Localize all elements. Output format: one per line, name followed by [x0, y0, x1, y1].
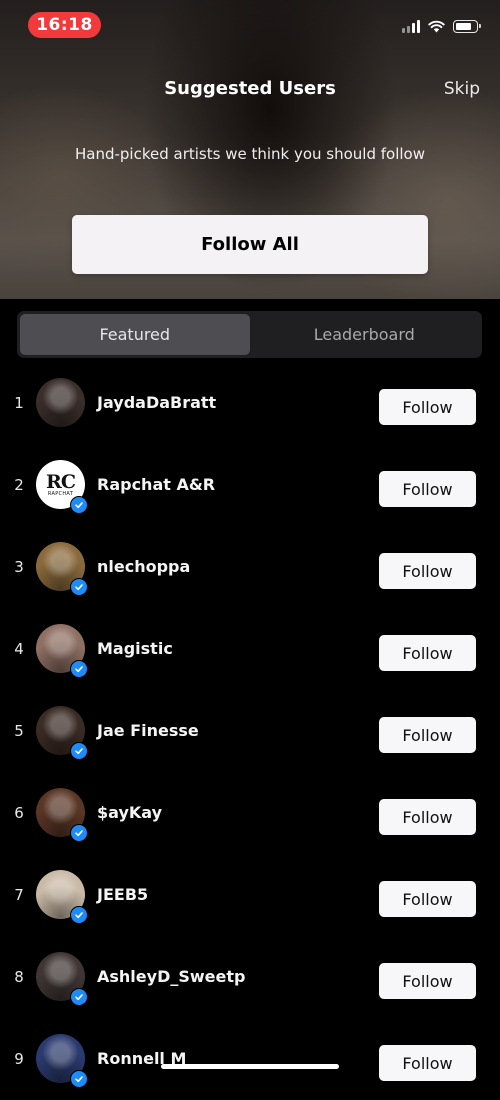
rank-number: 8 [14, 968, 24, 986]
follow-button[interactable]: Follow [379, 389, 476, 425]
verified-badge-icon [70, 824, 88, 842]
rank-number: 5 [14, 722, 24, 740]
status-time: 16:18 [36, 15, 93, 35]
home-indicator [161, 1064, 339, 1069]
header-background: 16:18 Suggested Users Skip Hand-picked a… [0, 0, 500, 299]
battery-icon [453, 20, 481, 33]
follow-button[interactable]: Follow [379, 471, 476, 507]
user-row[interactable]: 1 JaydaDaBratt Follow [0, 362, 500, 444]
username[interactable]: Rapchat A&R [97, 475, 215, 494]
status-bar: 16:18 [0, 0, 500, 50]
username[interactable]: Jae Finesse [97, 721, 199, 740]
verified-badge-icon [70, 742, 88, 760]
skip-button[interactable]: Skip [444, 79, 480, 99]
user-row[interactable]: 2 RC RAPCHAT Rapchat A&R Follow [0, 444, 500, 526]
username[interactable]: Magistic [97, 639, 173, 658]
signal-icon [402, 20, 420, 33]
username[interactable]: $ayKay [97, 803, 162, 822]
avatar[interactable] [36, 378, 85, 427]
follow-button[interactable]: Follow [379, 635, 476, 671]
page-subtitle: Hand-picked artists we think you should … [74, 145, 426, 163]
user-row[interactable]: 6 $ayKay Follow [0, 772, 500, 854]
follow-button[interactable]: Follow [379, 963, 476, 999]
user-row[interactable]: 5 Jae Finesse Follow [0, 690, 500, 772]
user-list: 1 JaydaDaBratt Follow 2 RC RAPCHAT Rapchat A&R… [0, 362, 500, 1100]
status-icons [402, 20, 481, 33]
verified-badge-icon [70, 578, 88, 596]
rank-number: 1 [14, 394, 24, 412]
time-pill[interactable]: 16:18 [28, 12, 101, 38]
segmented-control: Featured Leaderboard [17, 311, 482, 358]
rank-number: 2 [14, 476, 24, 494]
verified-badge-icon [70, 660, 88, 678]
username[interactable]: JaydaDaBratt [97, 393, 216, 412]
follow-button[interactable]: Follow [379, 1045, 476, 1081]
username[interactable]: JEEB5 [97, 885, 148, 904]
user-row[interactable]: 4 Magistic Follow [0, 608, 500, 690]
verified-badge-icon [70, 1070, 88, 1088]
username[interactable]: nlechoppa [97, 557, 190, 576]
user-row[interactable]: 3 nlechoppa Follow [0, 526, 500, 608]
user-row[interactable]: 7 JEEB5 Follow [0, 854, 500, 936]
follow-button[interactable]: Follow [379, 799, 476, 835]
follow-button[interactable]: Follow [379, 717, 476, 753]
user-row[interactable]: 9 Ronnell M Follow [0, 1018, 500, 1100]
verified-badge-icon [70, 906, 88, 924]
rank-number: 7 [14, 886, 24, 904]
follow-button[interactable]: Follow [379, 881, 476, 917]
tab-featured[interactable]: Featured [20, 314, 250, 355]
follow-all-button[interactable]: Follow All [72, 215, 428, 274]
rank-number: 3 [14, 558, 24, 576]
rank-number: 4 [14, 640, 24, 658]
rank-number: 6 [14, 804, 24, 822]
username[interactable]: AshleyD_Sweetp [97, 967, 245, 986]
rc-logo-subtext: RAPCHAT [47, 490, 74, 497]
follow-button[interactable]: Follow [379, 553, 476, 589]
rank-number: 9 [14, 1050, 24, 1068]
verified-badge-icon [70, 988, 88, 1006]
rc-logo-mark: RC [46, 470, 76, 493]
verified-badge-icon [70, 496, 88, 514]
page-title: Suggested Users [164, 78, 336, 99]
tab-leaderboard[interactable]: Leaderboard [250, 314, 480, 355]
user-row[interactable]: 8 AshleyD_Sweetp Follow [0, 936, 500, 1018]
wifi-icon [428, 20, 445, 33]
